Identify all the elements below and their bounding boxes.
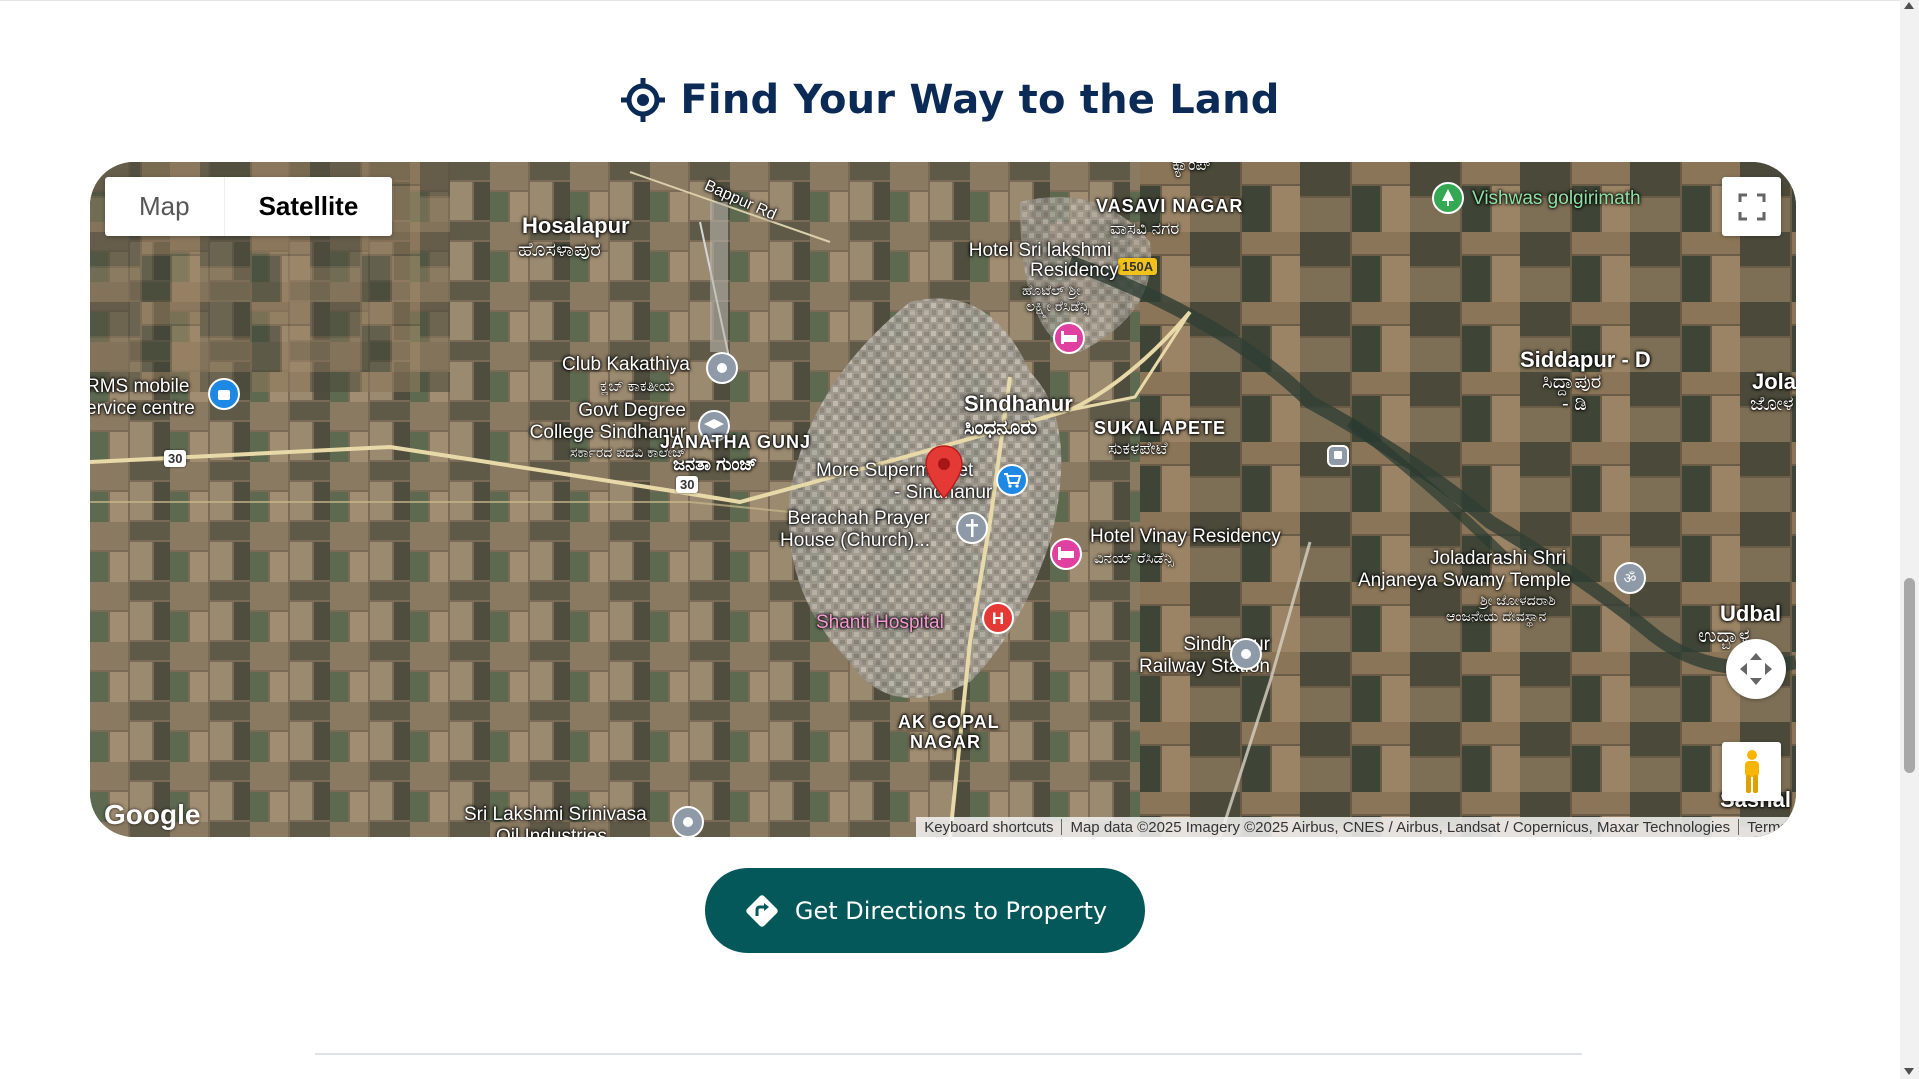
road-shield-30: 30 — [676, 476, 699, 493]
hotel-poi-icon[interactable] — [1050, 538, 1082, 570]
map-type-control[interactable]: Map Satellite — [105, 177, 393, 236]
directions-turn-icon — [746, 894, 778, 927]
city-label-kn: ಸಿಂಧನೂರು — [964, 417, 1038, 439]
page-title: Find Your Way to the Land — [680, 77, 1280, 123]
place-label-kn: ಜೋಳ — [1750, 393, 1794, 415]
place-label-kn: - ಡಿ — [1562, 393, 1587, 415]
city-label: Sindhanur — [964, 391, 1073, 416]
scroll-up-arrow-icon[interactable] — [1904, 2, 1914, 9]
hotel-poi-icon[interactable] — [1053, 322, 1085, 354]
area-label: SUKALAPETE — [1094, 418, 1227, 438]
area-label: VASAVI NAGAR — [1096, 196, 1244, 216]
page-scrollbar[interactable] — [1900, 0, 1919, 1079]
place-label: Jola — [1752, 369, 1796, 394]
poi-label-kn: ಲಕ್ಷ್ಮೀ ರೆಸಿಡೆನ್ಸಿ — [1026, 298, 1089, 314]
street-view-pegman-icon — [1744, 749, 1759, 793]
terms-link[interactable]: Terms — [1747, 819, 1788, 836]
keyboard-shortcuts-link[interactable]: Keyboard shortcuts — [924, 819, 1053, 836]
embedded-map[interactable]: 30 30 150A Bappur Rd Hosalapur ಹೊಸಳಾಪುರ … — [90, 162, 1796, 837]
poi-label[interactable]: Hotel Vinay Residency — [1090, 526, 1281, 547]
svg-text:H: H — [992, 609, 1004, 628]
get-directions-button[interactable]: Get Directions to Property — [705, 868, 1145, 953]
area-label-kn: ಸುಕಳಪೇಟೆ — [1108, 439, 1168, 458]
fullscreen-icon — [1738, 193, 1765, 220]
area-label: AK GOPAL — [898, 712, 1000, 732]
transit-icon[interactable] — [1326, 444, 1350, 468]
place-label: Udbal — [1720, 601, 1782, 626]
crosshair-location-icon — [621, 78, 666, 122]
map-type-map-button[interactable]: Map — [105, 177, 224, 236]
shop-poi-icon[interactable] — [208, 378, 240, 410]
road-shield-30: 30 — [164, 450, 187, 467]
place-label-kn: ಹೊಸಳಾಪುರ — [518, 239, 601, 261]
poi-label-kn: ಆಂಜನೇಯ ದೇವಸ್ಥಾನ — [1446, 608, 1547, 624]
divider — [1738, 819, 1740, 835]
area-label: JANATHA GUNJ — [660, 432, 812, 452]
poi-label[interactable]: House (Church)... — [690, 530, 930, 551]
place-poi-icon[interactable] — [706, 352, 738, 384]
property-location-marker-icon[interactable] — [924, 444, 964, 500]
church-poi-icon[interactable] — [956, 512, 988, 544]
poi-label[interactable]: Hotel Sri lakshmi — [950, 240, 1130, 261]
poi-label[interactable]: Govt Degree — [466, 400, 686, 421]
place-label-kn: ಕ್ಯಾಂಪ್ — [1172, 162, 1212, 174]
pan-control-icon — [1740, 653, 1772, 685]
poi-label[interactable]: College Sindhanur — [426, 422, 686, 443]
poi-label[interactable]: Oil Industries — [496, 826, 607, 837]
poi-label[interactable]: ervice centre — [90, 398, 195, 419]
street-view-pegman-button[interactable] — [1722, 742, 1781, 801]
area-label: NAGAR — [910, 732, 981, 752]
poi-label-kn: ಕ್ಲಬ್ ಕಾಕತೀಯ — [600, 378, 675, 395]
area-label-kn: ವಾಸವಿ ನಗರ — [1110, 219, 1180, 238]
scroll-down-arrow-icon[interactable] — [1904, 1068, 1914, 1075]
pan-control[interactable] — [1726, 639, 1786, 699]
poi-label[interactable]: Joladarashi Shri — [1430, 548, 1566, 569]
place-label-kn: ಸಿದ್ದಾಪುರ — [1542, 371, 1602, 393]
poi-label[interactable]: Sri Lakshmi Srinivasa — [464, 804, 647, 825]
map-type-satellite-button[interactable]: Satellite — [223, 177, 393, 236]
poi-label[interactable]: Shanti Hospital — [816, 612, 944, 633]
top-divider — [0, 0, 1900, 1]
hospital-poi-icon[interactable]: H — [982, 602, 1014, 634]
area-label-kn: ಜನತಾ ಗುಂಜ್ — [673, 454, 758, 474]
poi-label-kn: ಸರ್ಕಾರದ ಪದವಿ ಕಾಲೇಜ್ — [569, 444, 686, 460]
google-logo: Google — [104, 799, 201, 830]
map-data-attribution: Map data ©2025 Imagery ©2025 Airbus, CNE… — [1070, 818, 1731, 836]
map-attribution: Keyboard shortcuts Map data ©2025 Imager… — [916, 817, 1796, 837]
poi-label[interactable]: Club Kakathiya — [562, 354, 690, 375]
poi-label[interactable]: RMS mobile — [90, 376, 189, 397]
place-label: Hosalapur — [522, 213, 630, 238]
poi-label[interactable]: Vishwas golgirimath — [1472, 188, 1641, 209]
place-label: Siddapur - D — [1520, 347, 1651, 372]
poi-label[interactable]: Residency — [1030, 260, 1119, 281]
divider — [1061, 819, 1063, 835]
section-header: Find Your Way to the Land — [0, 70, 1900, 130]
place-poi-icon[interactable] — [672, 806, 704, 837]
svg-text:ॐ: ॐ — [1624, 571, 1637, 587]
temple-poi-icon[interactable]: ॐ — [1614, 562, 1646, 594]
shopping-cart-poi-icon[interactable] — [996, 464, 1028, 496]
poi-label-kn: ವಿನಯ್ ರೆಸಿಡೆನ್ಸಿ — [1094, 550, 1174, 567]
place-poi-icon[interactable] — [1230, 638, 1262, 670]
section-divider — [315, 1053, 1582, 1055]
get-directions-label: Get Directions to Property — [794, 896, 1108, 925]
fullscreen-button[interactable] — [1722, 177, 1781, 236]
poi-label[interactable]: Anjaneya Swamy Temple — [1358, 570, 1571, 591]
scrollbar-thumb[interactable] — [1904, 578, 1915, 773]
park-poi-icon[interactable] — [1432, 182, 1464, 214]
poi-label[interactable]: Berachah Prayer — [690, 508, 930, 529]
